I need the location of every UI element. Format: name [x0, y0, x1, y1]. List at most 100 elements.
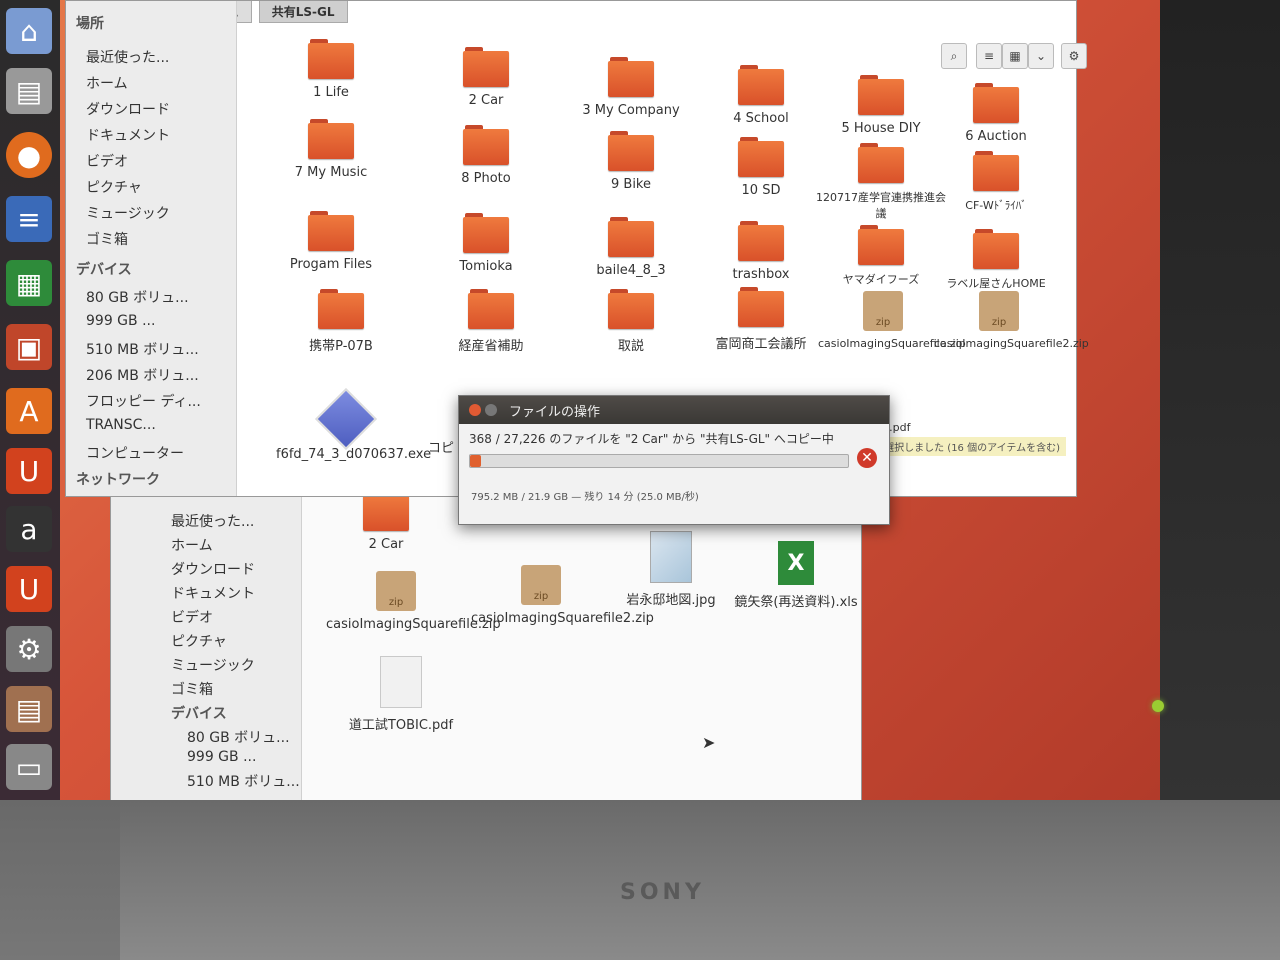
folder-item[interactable]: ラベル屋さんHOME — [936, 229, 1056, 291]
folder-item[interactable]: trashbox — [701, 221, 821, 282]
icon-view-button[interactable]: ▦ — [1002, 43, 1028, 69]
folder-item[interactable]: 富岡商工会議所 — [701, 287, 821, 352]
folder-icon — [738, 287, 784, 327]
folder-icon — [738, 137, 784, 177]
file-item[interactable]: zip casioImagingSquarefile.zip — [818, 291, 966, 350]
file-item[interactable]: zip casioImagingSquarefile2.zip — [934, 291, 1089, 350]
minimize-icon[interactable] — [485, 404, 497, 416]
sidebar-device-computer[interactable]: コンピューター — [86, 443, 184, 463]
cancel-copy-button[interactable]: ✕ — [857, 448, 877, 468]
sidebar-item-trash[interactable]: ゴミ箱 — [171, 679, 213, 699]
sidebar-item-recent[interactable]: 最近使った... — [86, 47, 169, 67]
file-manager-icon[interactable]: ▤ — [6, 686, 52, 732]
unity-launcher: ⌂ ▤ ● ≡ ▦ ▣ A U a U ⚙ ▤ ▭ — [0, 0, 60, 800]
zip-icon: zip — [376, 571, 416, 611]
folder-item[interactable]: 2 Car — [426, 47, 546, 108]
tab-shared-lsgl[interactable]: 共有LS-GL — [258, 1, 348, 23]
settings-icon[interactable]: ⚙ — [6, 626, 52, 672]
folder-label: ラベル屋さんHOME — [946, 277, 1046, 290]
writer-icon[interactable]: ≡ — [6, 196, 52, 242]
list-view-button[interactable]: ≡ — [976, 43, 1002, 69]
sidebar-item-documents[interactable]: ドキュメント — [86, 125, 170, 145]
sidebar-device-510mb[interactable]: 510 MB ボリュ... — [86, 339, 199, 359]
folder-item[interactable]: 3 My Company — [571, 57, 691, 118]
dialog-title: ファイルの操作 — [509, 404, 601, 420]
amazon-icon[interactable]: a — [6, 506, 52, 552]
drive-icon[interactable]: ▭ — [6, 744, 52, 790]
folder-icon — [973, 229, 1019, 269]
view-menu-button[interactable]: ⌄ — [1028, 43, 1054, 69]
sidebar-devices-heading: デバイス — [76, 262, 132, 278]
folder-item[interactable]: 7 My Music — [271, 119, 391, 180]
folder-item[interactable]: 5 House DIY — [821, 75, 941, 136]
folder-item[interactable]: 8 Photo — [426, 125, 546, 186]
folder-item[interactable]: 経産省補助 — [431, 289, 551, 354]
file-item[interactable]: 道工試TOBIC.pdf — [331, 656, 471, 733]
folder-item[interactable]: 9 Bike — [571, 131, 691, 192]
sidebar-item-music[interactable]: ミュージック — [86, 203, 170, 223]
file-item[interactable]: 岩永邸地図.jpg — [611, 531, 731, 608]
copy-status: 795.2 MB / 21.9 GB — 残り 14 分 (25.0 MB/秒) — [471, 492, 699, 503]
file-item[interactable]: f6fd_74_3_d070637.exe — [276, 387, 431, 462]
sidebar-item-pictures[interactable]: ピクチャ — [86, 177, 142, 197]
sidebar-device-999gb[interactable]: 999 GB ... — [86, 313, 155, 329]
firefox-icon[interactable]: ● — [6, 132, 52, 178]
folder-item[interactable]: 2 Car — [326, 491, 446, 552]
power-led-icon — [1152, 700, 1164, 712]
sidebar-item-documents[interactable]: ドキュメント — [171, 583, 255, 603]
file-label: 道工試TOBIC.pdf — [348, 718, 454, 733]
sidebar-item-pictures[interactable]: ピクチャ — [171, 631, 227, 651]
folder-item[interactable]: baile4_8_3 — [571, 217, 691, 278]
folder-item[interactable]: ヤマダイフーズ — [821, 225, 941, 287]
close-icon[interactable] — [469, 404, 481, 416]
folder-label: 1 Life — [313, 85, 349, 100]
folder-item[interactable]: 10 SD — [701, 137, 821, 198]
zip-icon: zip — [521, 565, 561, 605]
dash-icon[interactable]: ⌂ — [6, 8, 52, 54]
folder-icon — [468, 289, 514, 329]
sidebar-item-videos[interactable]: ビデオ — [86, 151, 128, 171]
sidebar-device-floppy[interactable]: フロッピー ディ... — [86, 391, 201, 411]
ubuntu-one-icon[interactable]: U — [6, 448, 52, 494]
impress-icon[interactable]: ▣ — [6, 324, 52, 370]
sidebar-device-999gb[interactable]: 999 GB ... — [187, 749, 256, 765]
search-button[interactable]: ⌕ — [941, 43, 967, 69]
folder-item[interactable]: 携帯P-07B — [281, 289, 401, 354]
software-center-icon[interactable]: A — [6, 388, 52, 434]
folder-item[interactable]: 取説 — [571, 289, 691, 354]
folder-icon — [608, 131, 654, 171]
folder-label: Tomioka — [459, 259, 513, 274]
sidebar-item-videos[interactable]: ビデオ — [171, 607, 213, 627]
folder-item[interactable]: 1 Life — [271, 39, 391, 100]
calc-icon[interactable]: ▦ — [6, 260, 52, 306]
sidebar-item-music[interactable]: ミュージック — [171, 655, 255, 675]
ubuntu-one-music-icon[interactable]: U — [6, 566, 52, 612]
file-item[interactable]: X 鏡矢祭(再送資料).xls — [731, 541, 861, 610]
folder-icon — [463, 47, 509, 87]
file-item[interactable]: zip casioImagingSquarefile.zip — [326, 571, 501, 632]
file-item[interactable]: zip casioImagingSquarefile2.zip — [471, 565, 654, 626]
sidebar-item-recent[interactable]: 最近使った... — [171, 511, 254, 531]
folder-item[interactable]: Progam Files — [271, 211, 391, 272]
sidebar: 場所 最近使った... ホーム ダウンロード ドキュメント ビデオ ピクチャ ミ… — [66, 1, 237, 496]
sidebar-device-206mb[interactable]: 206 MB ボリュ... — [86, 365, 199, 385]
file-window-2car: 最近使った... ホーム ダウンロード ドキュメント ビデオ ピクチャ ミュージ… — [110, 480, 862, 800]
sidebar-item-trash[interactable]: ゴミ箱 — [86, 229, 128, 249]
folder-item[interactable]: 6 Auction — [936, 83, 1056, 144]
folder-item[interactable]: Tomioka — [426, 213, 546, 274]
folder-item[interactable]: 120717産学官連携推進会議 — [816, 143, 946, 221]
sidebar-item-home[interactable]: ホーム — [171, 535, 213, 555]
sidebar-item-downloads[interactable]: ダウンロード — [171, 559, 255, 579]
sidebar-device-80gb[interactable]: 80 GB ボリュ... — [187, 727, 290, 747]
files-icon[interactable]: ▤ — [6, 68, 52, 114]
sidebar-device-510mb[interactable]: 510 MB ボリュ... — [187, 771, 300, 791]
folder-item[interactable]: 4 School — [701, 65, 821, 126]
sidebar-item-home[interactable]: ホーム — [86, 73, 128, 93]
folder-icon — [608, 57, 654, 97]
sidebar-item-downloads[interactable]: ダウンロード — [86, 99, 170, 119]
sidebar-device-80gb[interactable]: 80 GB ボリュ... — [86, 287, 189, 307]
sidebar-device-transcend[interactable]: TRANSC... — [86, 417, 156, 433]
folder-label: 6 Auction — [965, 129, 1027, 144]
folder-item[interactable]: CF-Wﾄﾞﾗｲﾊﾞ — [936, 151, 1056, 213]
gear-button[interactable]: ⚙ — [1061, 43, 1087, 69]
